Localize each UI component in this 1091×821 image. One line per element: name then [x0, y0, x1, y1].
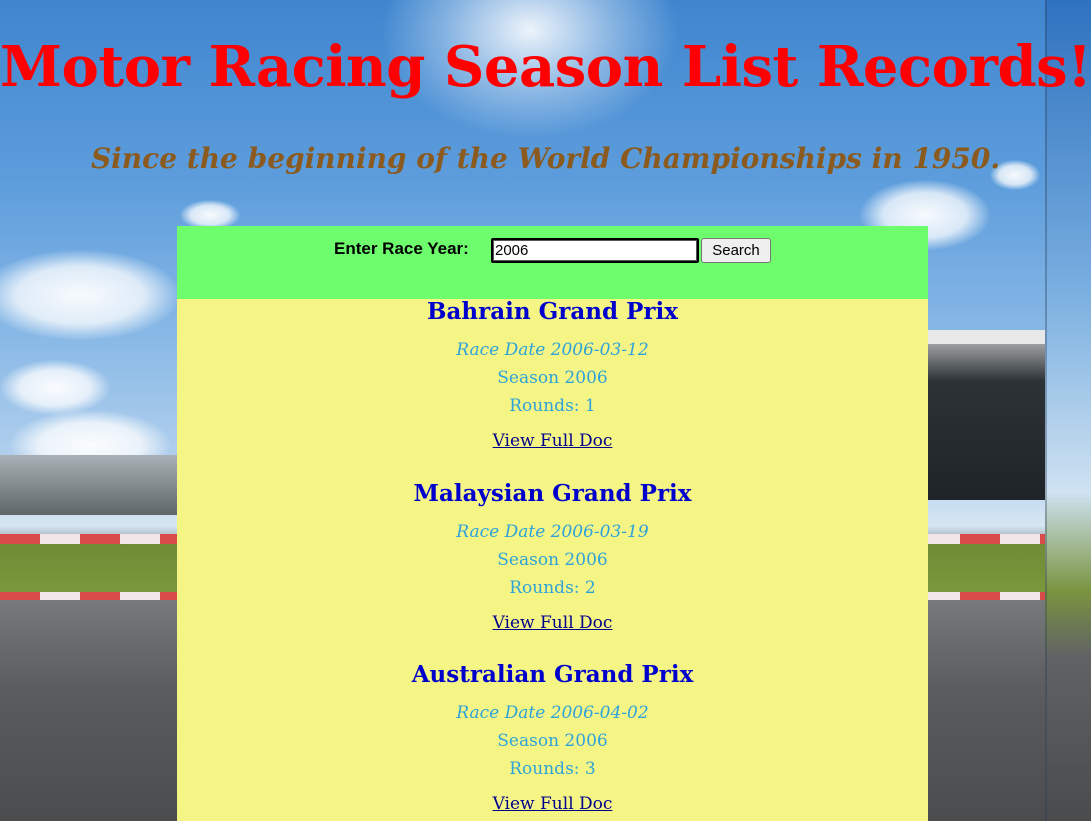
view-full-doc-link[interactable]: View Full Doc	[493, 431, 613, 451]
race-rounds: Rounds: 3	[509, 759, 596, 779]
race-date: Race Date 2006-03-19	[456, 522, 649, 542]
page-title: Motor Racing Season List Records!	[0, 34, 1091, 100]
page-subtitle: Since the beginning of the World Champio…	[90, 142, 1001, 175]
race-item-australian: Australian Grand Prix Race Date 2006-04-…	[177, 661, 928, 814]
race-rounds: Rounds: 1	[509, 396, 596, 416]
race-item-bahrain: Bahrain Grand Prix Race Date 2006-03-12 …	[177, 298, 928, 451]
search-bar: Enter Race Year: Search	[177, 226, 928, 299]
search-label: Enter Race Year:	[334, 239, 469, 258]
view-full-doc-link[interactable]: View Full Doc	[493, 794, 613, 814]
race-name: Malaysian Grand Prix	[413, 480, 692, 507]
race-season: Season 2006	[497, 731, 608, 751]
race-date: Race Date 2006-03-12	[456, 340, 649, 360]
results-panel: Enter Race Year: Search Bahrain Grand Pr…	[177, 226, 928, 821]
race-item-malaysian: Malaysian Grand Prix Race Date 2006-03-1…	[177, 480, 928, 633]
race-rounds: Rounds: 2	[509, 578, 596, 598]
search-button[interactable]: Search	[701, 238, 771, 263]
race-date: Race Date 2006-04-02	[456, 703, 649, 723]
race-year-input[interactable]	[491, 238, 699, 263]
race-name: Australian Grand Prix	[411, 661, 694, 688]
race-name: Bahrain Grand Prix	[427, 298, 678, 325]
view-full-doc-link[interactable]: View Full Doc	[493, 613, 613, 633]
race-season: Season 2006	[497, 550, 608, 570]
race-season: Season 2006	[497, 368, 608, 388]
